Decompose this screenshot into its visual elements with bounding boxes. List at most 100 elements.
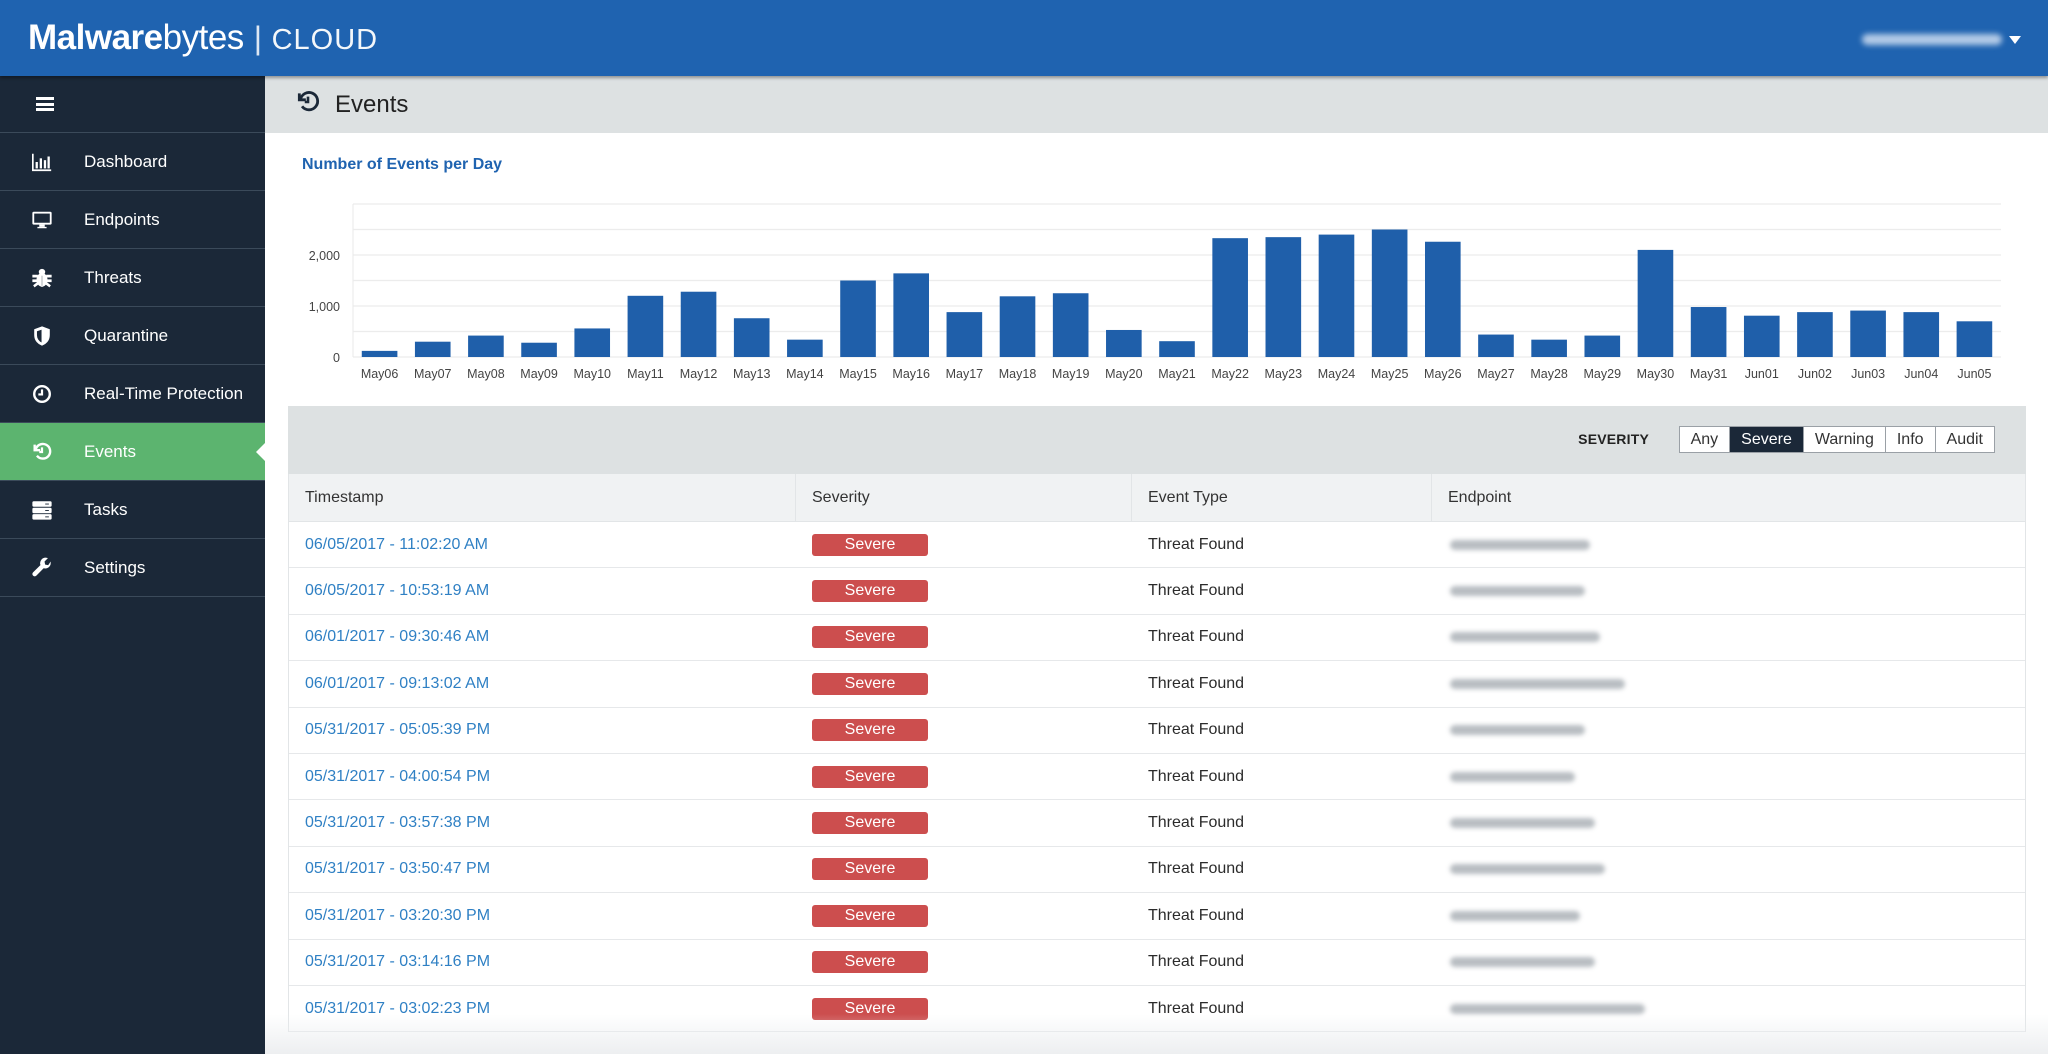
severity-badge: Severe bbox=[812, 951, 928, 974]
bar-may16 bbox=[893, 273, 930, 357]
sidebar-item-label: Real-Time Protection bbox=[84, 383, 244, 403]
timestamp-link[interactable]: 05/31/2017 - 05:05:39 PM bbox=[305, 721, 490, 739]
malwarebytes-cloud-logo[interactable]: Malwarebytes | CLOUD bbox=[28, 18, 378, 58]
x-tick-label: May14 bbox=[786, 367, 824, 381]
event-type-cell: Threat Found bbox=[1148, 535, 1245, 553]
sidebar-item-label: Tasks bbox=[84, 499, 128, 519]
table-row[interactable]: 06/05/2017 - 11:02:20 AM Severe Threat Fou… bbox=[289, 522, 2025, 569]
sidebar-item-events[interactable]: Events bbox=[0, 423, 265, 481]
table-row[interactable]: 06/01/2017 - 09:13:02 AM Severe Threat Fou… bbox=[289, 661, 2025, 708]
table-row[interactable]: 06/01/2017 - 09:30:46 AM Severe Threat Fou… bbox=[289, 614, 2025, 662]
severity-badge: Severe bbox=[812, 904, 928, 927]
severity-label: SEVERITY bbox=[1578, 431, 1649, 447]
timestamp-link[interactable]: 05/31/2017 - 03:14:16 PM bbox=[305, 953, 490, 971]
x-tick-label: May11 bbox=[627, 367, 664, 381]
sidebar-item-settings[interactable]: Settings bbox=[0, 539, 265, 597]
y-tick-label: 0 bbox=[333, 351, 340, 365]
bar-may24 bbox=[1318, 234, 1355, 357]
timestamp-link[interactable]: 05/31/2017 - 03:50:47 PM bbox=[305, 860, 490, 878]
x-tick-label: May21 bbox=[1158, 367, 1196, 381]
bar-may13 bbox=[733, 318, 770, 357]
severity-option-severe[interactable]: Severe bbox=[1729, 427, 1803, 452]
x-tick-label: May13 bbox=[733, 367, 771, 381]
x-tick-label: May24 bbox=[1318, 367, 1356, 381]
table-row[interactable]: 05/31/2017 - 05:05:39 PM Severe Threat Fou… bbox=[289, 707, 2025, 754]
timestamp-link[interactable]: 06/05/2017 - 10:53:19 AM bbox=[305, 582, 489, 600]
column-header-endpoint[interactable]: Endpoint bbox=[1432, 474, 2025, 521]
bar-jun04 bbox=[1903, 312, 1940, 357]
timestamp-link[interactable]: 05/31/2017 - 03:02:23 PM bbox=[305, 1000, 490, 1018]
sidebar-item-real-time-protection[interactable]: Real-Time Protection bbox=[0, 365, 265, 423]
sidebar-toggle-button[interactable] bbox=[0, 76, 265, 133]
table-row[interactable]: 05/31/2017 - 03:57:38 PM Severe Threat Fou… bbox=[289, 800, 2025, 847]
sidebar-item-endpoints[interactable]: Endpoints bbox=[0, 191, 265, 249]
bar-may23 bbox=[1265, 237, 1302, 357]
table-row[interactable]: 06/05/2017 - 10:53:19 AM Severe Threat Fou… bbox=[289, 568, 2025, 615]
endpoint-cell bbox=[1432, 986, 2025, 1031]
column-header-timestamp[interactable]: Timestamp bbox=[289, 474, 796, 521]
timestamp-link[interactable]: 06/01/2017 - 09:13:02 AM bbox=[305, 675, 489, 693]
x-tick-label: May25 bbox=[1371, 367, 1409, 381]
table-row[interactable]: 05/31/2017 - 03:50:47 PM Severe Threat Fou… bbox=[289, 846, 2025, 894]
endpoint-cell bbox=[1432, 893, 2025, 938]
endpoint-name-redacted[interactable] bbox=[1450, 1003, 1645, 1014]
table-row[interactable]: 05/31/2017 - 04:00:54 PM Severe Threat Fou… bbox=[289, 753, 2025, 801]
timestamp-cell: 06/05/2017 - 10:53:19 AM bbox=[289, 568, 796, 613]
column-header-event-type[interactable]: Event Type bbox=[1132, 474, 1432, 521]
endpoint-name-redacted[interactable] bbox=[1450, 910, 1580, 921]
sidebar-item-dashboard[interactable]: Dashboard bbox=[0, 133, 265, 191]
bar-may18 bbox=[999, 296, 1036, 357]
timestamp-cell: 06/01/2017 - 09:13:02 AM bbox=[289, 661, 796, 706]
timestamp-link[interactable]: 05/31/2017 - 03:57:38 PM bbox=[305, 814, 490, 832]
endpoint-cell bbox=[1432, 940, 2025, 985]
bar-may07 bbox=[414, 341, 451, 357]
endpoint-name-redacted[interactable] bbox=[1450, 678, 1625, 689]
endpoint-name-redacted[interactable] bbox=[1450, 957, 1595, 968]
severity-option-any[interactable]: Any bbox=[1680, 427, 1730, 452]
severity-cell: Severe bbox=[796, 754, 1132, 799]
severity-option-warning[interactable]: Warning bbox=[1802, 427, 1885, 452]
severity-option-info[interactable]: Info bbox=[1884, 427, 1935, 452]
endpoint-name-redacted[interactable] bbox=[1450, 539, 1590, 550]
sidebar-item-label: Events bbox=[84, 441, 136, 461]
endpoint-name-redacted[interactable] bbox=[1450, 632, 1600, 643]
timestamp-link[interactable]: 05/31/2017 - 04:00:54 PM bbox=[305, 768, 490, 786]
endpoint-name-redacted[interactable] bbox=[1450, 818, 1595, 829]
severity-cell: Severe bbox=[796, 800, 1132, 845]
x-tick-label: Jun05 bbox=[1957, 367, 1991, 381]
table-row[interactable]: 05/31/2017 - 03:14:16 PM Severe Threat Fou… bbox=[289, 939, 2025, 986]
bar-may30 bbox=[1637, 249, 1674, 357]
user-name-redacted[interactable] bbox=[1862, 34, 2002, 45]
timestamp-cell: 05/31/2017 - 03:50:47 PM bbox=[289, 847, 796, 892]
table-row[interactable]: 05/31/2017 - 03:20:30 PM Severe Threat Fou… bbox=[289, 893, 2025, 940]
logo-brand-bold: Malware bbox=[28, 18, 163, 57]
x-tick-label: May15 bbox=[839, 367, 877, 381]
history-icon bbox=[0, 441, 84, 463]
bar-may06 bbox=[361, 350, 398, 357]
endpoint-name-redacted[interactable] bbox=[1450, 725, 1585, 736]
timestamp-link[interactable]: 06/01/2017 - 09:30:46 AM bbox=[305, 628, 489, 646]
sidebar-item-quarantine[interactable]: Quarantine bbox=[0, 307, 265, 365]
sidebar-item-tasks[interactable]: Tasks bbox=[0, 481, 265, 539]
sidebar-item-label: Quarantine bbox=[84, 325, 169, 345]
endpoint-cell bbox=[1432, 754, 2025, 799]
severity-badge: Severe bbox=[812, 626, 928, 649]
endpoint-name-redacted[interactable] bbox=[1450, 864, 1605, 875]
timestamp-cell: 05/31/2017 - 03:14:16 PM bbox=[289, 940, 796, 985]
x-tick-label: May23 bbox=[1265, 367, 1303, 381]
bar-jun03 bbox=[1850, 310, 1886, 357]
timestamp-link[interactable]: 05/31/2017 - 03:20:30 PM bbox=[305, 907, 490, 925]
main-content: Events Number of Events per Day 0 1,000 2,… bbox=[265, 76, 2048, 1054]
caret-down-icon[interactable] bbox=[2009, 36, 2021, 44]
table-row[interactable]: 05/31/2017 - 03:02:23 PM Severe Threat Fou… bbox=[289, 985, 2025, 1033]
bar-jun05 bbox=[1956, 321, 1993, 357]
severity-badge: Severe bbox=[812, 580, 928, 603]
hamburger-icon bbox=[36, 97, 54, 111]
endpoint-name-redacted[interactable] bbox=[1450, 586, 1585, 597]
column-header-severity[interactable]: Severity bbox=[796, 474, 1132, 521]
x-tick-label: May12 bbox=[680, 367, 718, 381]
severity-option-audit[interactable]: Audit bbox=[1934, 427, 1994, 452]
endpoint-name-redacted[interactable] bbox=[1450, 771, 1575, 782]
sidebar-item-threats[interactable]: Threats bbox=[0, 249, 265, 307]
timestamp-link[interactable]: 06/05/2017 - 11:02:20 AM bbox=[305, 536, 488, 554]
